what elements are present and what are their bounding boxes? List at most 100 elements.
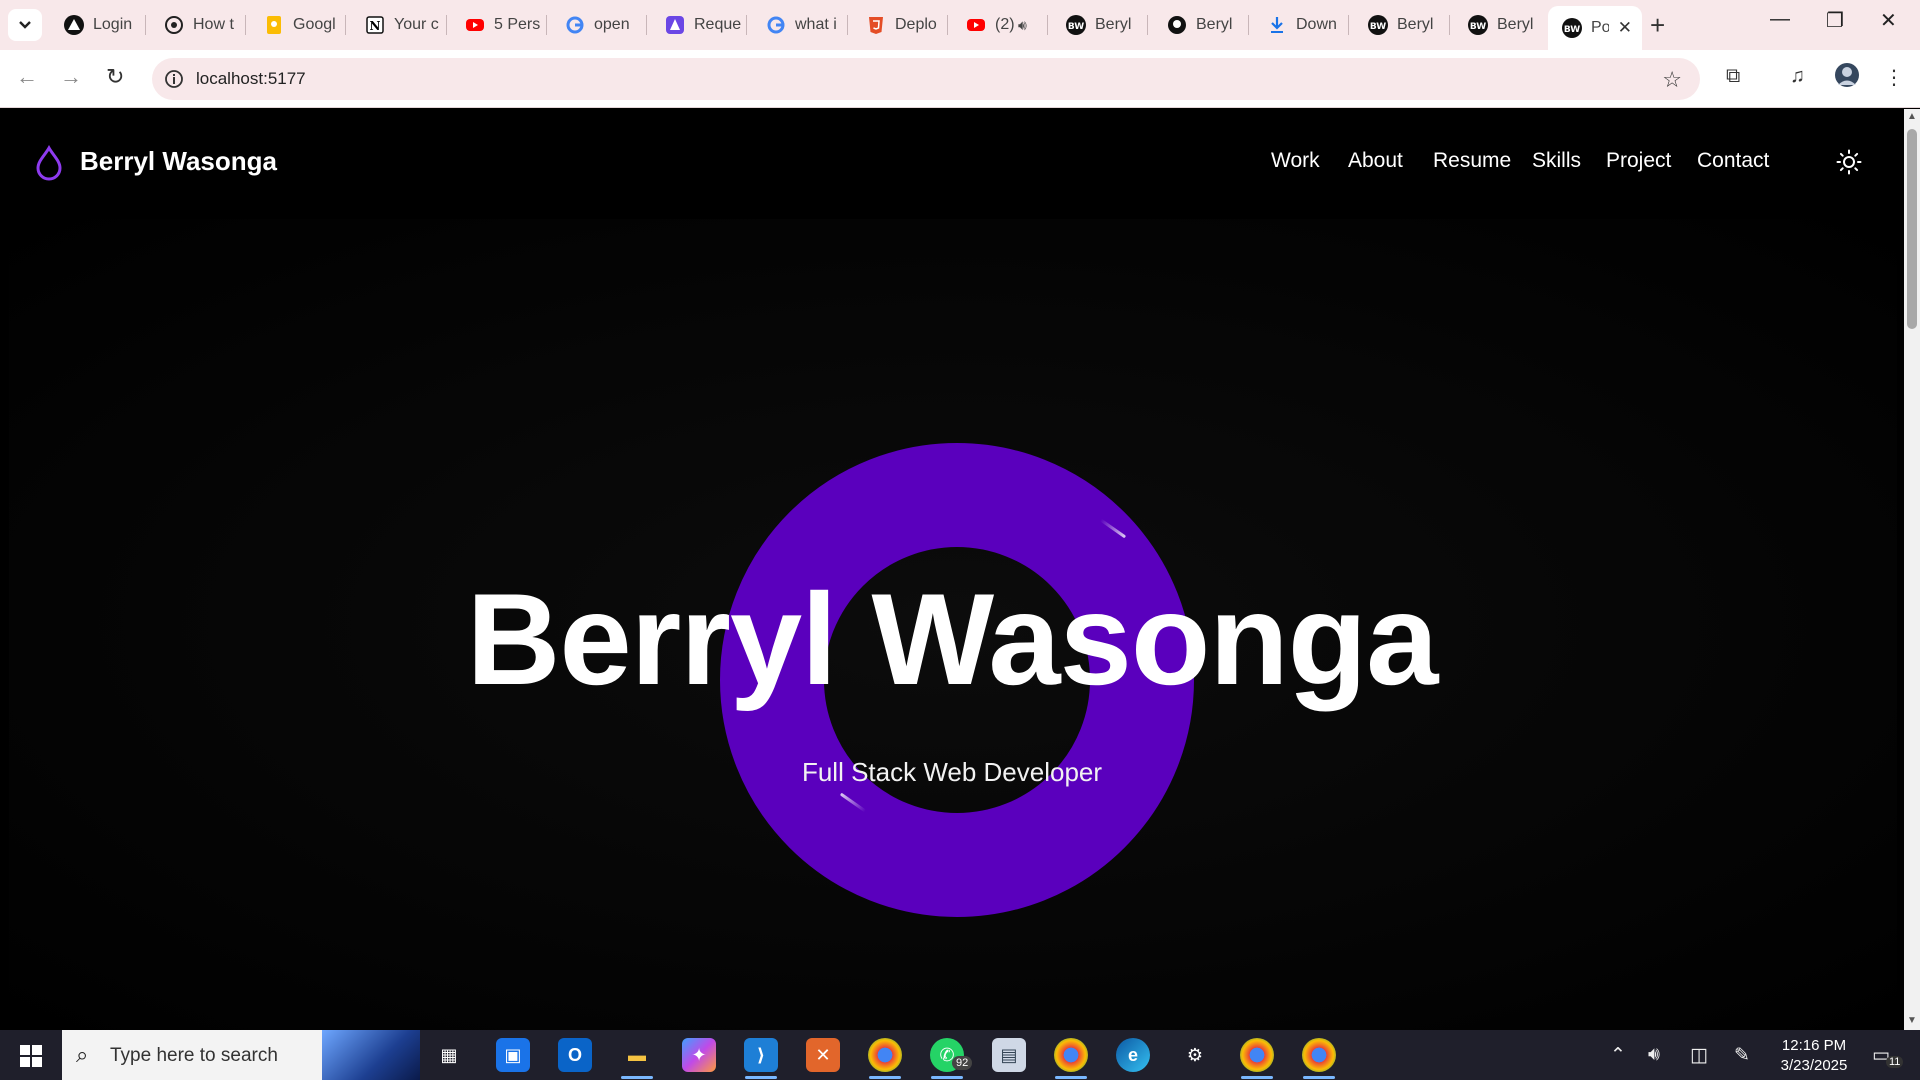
- browser-tab[interactable]: Googl: [250, 6, 349, 44]
- reload-button[interactable]: ↻: [106, 64, 124, 90]
- site-header: Berryl Wasonga Work About Resume Skills …: [0, 109, 1904, 219]
- theme-toggle-sun-icon[interactable]: [1836, 149, 1862, 175]
- xampp-icon[interactable]: ✕: [806, 1038, 840, 1072]
- scroll-down-arrow[interactable]: ▼: [1907, 1015, 1917, 1026]
- notion-icon: N: [365, 15, 385, 35]
- browser-tab[interactable]: Reque: [651, 6, 750, 44]
- nav-link-about[interactable]: About: [1348, 149, 1403, 173]
- triangle-logo-icon: [64, 15, 84, 35]
- close-window-button[interactable]: ✕: [1880, 8, 1897, 33]
- scroll-up-arrow[interactable]: ▲: [1907, 111, 1917, 122]
- new-tab-button[interactable]: +: [1650, 10, 1665, 41]
- nav-link-skills[interactable]: Skills: [1532, 149, 1581, 173]
- browser-tab[interactable]: BW Beryl: [1454, 6, 1553, 44]
- youtube-icon: [966, 15, 986, 35]
- tab-title: Down: [1296, 16, 1337, 33]
- image-viewer-icon[interactable]: ▤: [992, 1038, 1026, 1072]
- forward-button[interactable]: →: [60, 64, 82, 90]
- browser-tab[interactable]: Beryl: [1153, 6, 1252, 44]
- site-info-icon[interactable]: [162, 67, 186, 91]
- svg-text:BW: BW: [1068, 22, 1084, 32]
- restore-button[interactable]: ❐: [1826, 8, 1844, 33]
- more-menu-icon[interactable]: ⋮: [1884, 65, 1904, 90]
- outlook-icon[interactable]: O: [558, 1038, 592, 1072]
- windows-taskbar: ⌕ Type here to search ▦ ▣ O ▬ ✦ ⟩ ✕ ✆ 92…: [0, 1030, 1920, 1080]
- github-icon: [1167, 15, 1187, 35]
- close-tab-icon[interactable]: ✕: [1618, 18, 1632, 38]
- droplet-logo-icon[interactable]: [35, 145, 63, 181]
- tab-separator: [1449, 15, 1450, 35]
- browser-tab[interactable]: what i: [752, 6, 851, 44]
- svg-text:BW: BW: [1370, 22, 1386, 32]
- browser-tab[interactable]: Login: [50, 6, 149, 44]
- search-placeholder[interactable]: Type here to search: [110, 1045, 278, 1067]
- tab-title: open: [594, 16, 630, 33]
- browser-tab[interactable]: N Your c: [351, 6, 450, 44]
- tab-separator: [1147, 15, 1148, 35]
- url-text[interactable]: localhost:5177: [196, 69, 306, 89]
- copilot-icon[interactable]: ✦: [682, 1038, 716, 1072]
- extensions-icon[interactable]: ⧉: [1726, 65, 1740, 88]
- search-highlight-image[interactable]: [322, 1030, 420, 1080]
- download-icon: [1267, 15, 1287, 35]
- pen-icon[interactable]: ✎: [1734, 1044, 1750, 1067]
- minimize-button[interactable]: —: [1770, 8, 1790, 31]
- chrome-profile-2-icon[interactable]: [1240, 1038, 1274, 1072]
- browser-tab[interactable]: Deplo: [852, 6, 951, 44]
- tab-active[interactable]: BW Po ✕: [1548, 6, 1642, 50]
- app-logo-icon: [665, 15, 685, 35]
- browser-tab[interactable]: How t: [150, 6, 249, 44]
- system-clock[interactable]: 12:16 PM 3/23/2025: [1768, 1036, 1860, 1076]
- media-control-icon[interactable]: ♫: [1790, 65, 1805, 88]
- nav-link-project[interactable]: Project: [1606, 149, 1671, 173]
- tab-title: Beryl: [1196, 16, 1233, 33]
- browser-tab[interactable]: BW Beryl: [1052, 6, 1151, 44]
- task-view-icon[interactable]: ▦: [432, 1038, 466, 1072]
- tab-audio-icon[interactable]: 🔊︎: [1018, 17, 1027, 34]
- tab-title: Googl: [293, 16, 336, 33]
- whatsapp-badge: 92: [952, 1056, 973, 1070]
- browser-tab[interactable]: Down: [1253, 6, 1352, 44]
- vscode-icon[interactable]: ⟩: [744, 1038, 778, 1072]
- chevron-up-icon[interactable]: ⌃: [1610, 1044, 1626, 1067]
- browser-tab[interactable]: (2) 🔊︎: [952, 6, 1051, 44]
- browser-tab[interactable]: 5 Pers: [451, 6, 550, 44]
- tab-title: Login: [93, 16, 133, 33]
- taskbar-search-box[interactable]: ⌕ Type here to search: [62, 1030, 420, 1080]
- bookmark-star-icon[interactable]: ☆: [1662, 67, 1682, 93]
- page-scrollbar[interactable]: ▲ ▼: [1904, 109, 1920, 1030]
- html5-icon: [866, 15, 886, 35]
- edge-icon[interactable]: e: [1116, 1038, 1150, 1072]
- nav-link-contact[interactable]: Contact: [1697, 149, 1769, 173]
- chrome-icon[interactable]: [1054, 1038, 1088, 1072]
- scrollbar-thumb[interactable]: [1907, 129, 1917, 329]
- meet-now-icon[interactable]: ◫: [1690, 1044, 1708, 1067]
- profile-avatar[interactable]: [1834, 62, 1860, 94]
- site-brand[interactable]: Berryl Wasonga: [80, 146, 277, 177]
- active-indicator: [869, 1076, 901, 1079]
- tab-separator: [746, 15, 747, 35]
- browser-tab[interactable]: open: [551, 6, 650, 44]
- settings-gear-icon[interactable]: ⚙: [1178, 1038, 1212, 1072]
- hero-subtitle: Full Stack Web Developer: [801, 757, 1103, 787]
- clock-time: 12:16 PM: [1781, 1037, 1847, 1054]
- page-viewport: Berryl Wasonga Full Stack Web Developer …: [0, 109, 1904, 1030]
- tab-title: How t: [193, 16, 234, 33]
- volume-icon[interactable]: 🔊︎: [1648, 1044, 1660, 1066]
- browser-tab[interactable]: BW Beryl: [1354, 6, 1453, 44]
- tab-title: Reque: [694, 16, 742, 33]
- file-explorer-icon[interactable]: ▬: [620, 1038, 654, 1072]
- chrome-profile-3-icon[interactable]: [1302, 1038, 1336, 1072]
- chrome-profile-icon[interactable]: [868, 1038, 902, 1072]
- google-keep-icon: [264, 15, 284, 35]
- nav-link-work[interactable]: Work: [1271, 149, 1320, 173]
- tab-search-button[interactable]: [8, 9, 42, 41]
- windows-start-icon[interactable]: [20, 1045, 42, 1067]
- svg-text:BW: BW: [1564, 25, 1580, 35]
- microsoft-store-icon[interactable]: ▣: [496, 1038, 530, 1072]
- tab-title: Deplo: [895, 16, 937, 33]
- nav-link-resume[interactable]: Resume: [1433, 149, 1511, 173]
- back-button[interactable]: ←: [16, 64, 38, 90]
- notification-count: 11: [1886, 1056, 1904, 1068]
- address-bar[interactable]: localhost:5177 ☆: [152, 58, 1700, 100]
